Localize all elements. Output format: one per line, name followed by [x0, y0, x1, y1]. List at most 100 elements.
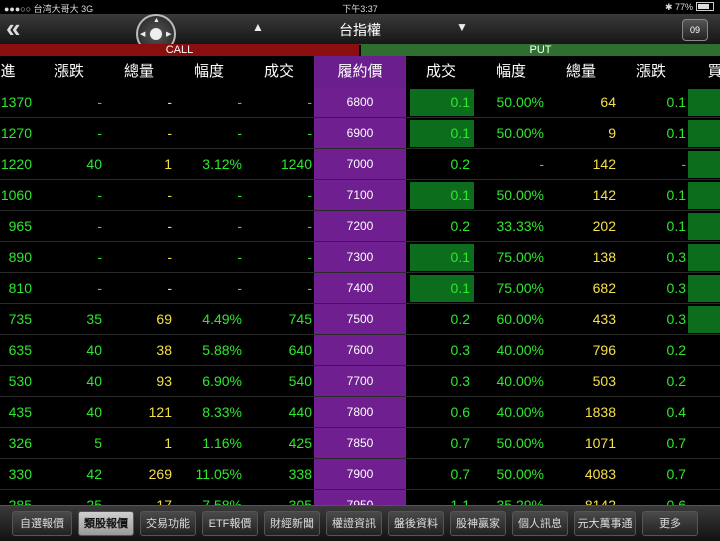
- month-badge[interactable]: 09: [682, 19, 708, 41]
- header-call-percent[interactable]: 幅度: [184, 56, 234, 87]
- put-bid-highlight: [688, 306, 720, 333]
- header-call-last[interactable]: 成交: [254, 56, 304, 87]
- tab-1[interactable]: 類股報價: [78, 511, 134, 536]
- cell-strike: 7800: [346, 405, 374, 419]
- tab-9[interactable]: 元大萬事通: [574, 511, 636, 536]
- header-put-change[interactable]: 漲跌: [626, 56, 676, 87]
- bottom-tab-bar: 自選報價 類股報價 交易功能 ETF報價 財經新聞 權證資訊 盤後資料 股神贏家 個人訊息 元大萬…: [0, 505, 720, 541]
- put-bid-highlight: [688, 89, 720, 116]
- cell-c-last: 540: [288, 373, 312, 389]
- cell-c-pct: 11.05%: [195, 466, 242, 482]
- cell-p-last: 0.1: [410, 244, 474, 271]
- tab-4[interactable]: 財經新聞: [264, 511, 320, 536]
- header-strike[interactable]: 履約價: [314, 56, 406, 87]
- cell-p-vol: 503: [592, 373, 616, 389]
- quote-table[interactable]: 1370- - - -0.1 50.00% 64 0.1 6800 1270- - - -0.1 50.…: [0, 87, 720, 505]
- cell-c-pct: -: [237, 280, 242, 296]
- tab-6[interactable]: 盤後資料: [388, 511, 444, 536]
- cell-strike: 7500: [346, 312, 374, 326]
- cell-c-last: -: [307, 280, 312, 296]
- table-row[interactable]: 330 42 269 11.05% 338 0.7 50.00% 4083 0.7 7900: [0, 459, 720, 490]
- cell-p-vol: 202: [592, 218, 616, 234]
- cell-strike: 7700: [346, 374, 374, 388]
- cell-strike: 7400: [346, 281, 374, 295]
- next-arrow-icon[interactable]: ▼: [456, 20, 468, 34]
- cell-p-vol: 433: [592, 311, 616, 327]
- cell-p-pct: 40.00%: [496, 373, 544, 389]
- cell-p-chg: 0.2: [666, 342, 686, 358]
- header-put-last[interactable]: 成交: [416, 56, 466, 87]
- table-row[interactable]: 1060 - - - - 0.1 50.00% 142 0.1 7100: [0, 180, 720, 211]
- header-put-volume[interactable]: 總量: [556, 56, 606, 87]
- back-icon[interactable]: «: [6, 15, 32, 42]
- cell-c-last: 305: [288, 497, 312, 505]
- cell-strike: 6900: [346, 126, 374, 140]
- cell-p-vol: 138: [592, 249, 616, 265]
- put-bid-highlight: [688, 275, 720, 302]
- cell-c-pct: 1.16%: [202, 435, 242, 451]
- table-row[interactable]: 890 - - - - 0.1 75.00% 138 0.3 7300: [0, 242, 720, 273]
- cell-p-last: 0.3: [450, 342, 470, 358]
- cell-c-pct: 7.58%: [202, 497, 242, 505]
- cell-strike: 7100: [346, 188, 374, 202]
- cell-p-pct: 40.00%: [496, 342, 544, 358]
- cell-c-vol: 38: [156, 342, 172, 358]
- cell-strike: 7300: [346, 250, 374, 264]
- table-row[interactable]: 435 40 121 8.33% 440 0.6 40.00% 1838 0.4 7800: [0, 397, 720, 428]
- cell-p-last: 0.1: [410, 89, 474, 116]
- cell-p-last: 0.6: [450, 404, 470, 420]
- cell-p-last: 0.1: [410, 120, 474, 147]
- table-row[interactable]: 326 5 1 1.16% 425 0.7 50.00% 1071 0.7 7850: [0, 428, 720, 459]
- cell-c-chg: -: [97, 280, 102, 296]
- table-row[interactable]: 810 - - - - 0.1 75.00% 682 0.3 7400: [0, 273, 720, 304]
- cell-c-chg: 5: [94, 435, 102, 451]
- cell-c-last: 338: [288, 466, 312, 482]
- cell-c-pct: 4.49%: [202, 311, 242, 327]
- cell-p-chg: 0.4: [666, 404, 686, 420]
- cell-p-pct: 33.33%: [496, 218, 544, 234]
- cell-c-bid: 435: [8, 404, 32, 420]
- header-call-change[interactable]: 漲跌: [44, 56, 94, 87]
- cell-c-last: 745: [288, 311, 312, 327]
- table-row[interactable]: 635 40 38 5.88% 640 0.3 40.00% 796 0.2 7600: [0, 335, 720, 366]
- cell-c-bid: 965: [8, 218, 32, 234]
- tab-3[interactable]: ETF報價: [202, 511, 258, 536]
- cell-c-vol: -: [167, 280, 172, 296]
- put-bid-highlight: [688, 182, 720, 209]
- header-call-bid[interactable]: 進: [0, 56, 20, 87]
- prev-arrow-icon[interactable]: ▲: [252, 20, 264, 34]
- header-call-volume[interactable]: 總量: [114, 56, 164, 87]
- tab-8[interactable]: 個人訊息: [512, 511, 568, 536]
- table-row[interactable]: 1370 - - - - 0.1 50.00% 64 0.1 6800: [0, 87, 720, 118]
- tab-0[interactable]: 自選報價: [12, 511, 72, 536]
- cell-c-pct: -: [237, 218, 242, 234]
- cell-strike: 7000: [346, 157, 374, 171]
- page-title[interactable]: 台指權: [320, 20, 400, 40]
- cell-c-bid: 1220: [0, 156, 32, 172]
- table-row[interactable]: 735 35 69 4.49% 745 0.2 60.00% 433 0.3 7500: [0, 304, 720, 335]
- tab-10[interactable]: 更多: [642, 511, 698, 536]
- cell-c-vol: -: [167, 187, 172, 203]
- cell-p-pct: 50.00%: [496, 466, 544, 482]
- table-row[interactable]: 965 - - - - 0.2 33.33% 202 0.1 7200: [0, 211, 720, 242]
- cell-strike: 7850: [346, 436, 374, 450]
- table-row[interactable]: 1270 - - - - 0.1 50.00% 9 0.1 6900: [0, 118, 720, 149]
- tab-7[interactable]: 股神贏家: [450, 511, 506, 536]
- header-put-bid[interactable]: 買: [700, 56, 720, 87]
- cell-c-chg: 25: [86, 497, 102, 505]
- cell-c-bid: 285: [8, 497, 32, 505]
- battery-label: ✱ 77%: [664, 2, 693, 12]
- table-row[interactable]: 530 40 93 6.90% 540 0.3 40.00% 503 0.2 7700: [0, 366, 720, 397]
- tab-2[interactable]: 交易功能: [140, 511, 196, 536]
- header-put-percent[interactable]: 幅度: [486, 56, 536, 87]
- tab-5[interactable]: 權證資訊: [326, 511, 382, 536]
- status-bar: ●●●○○ 台湾大哥大 3G 下午3:37 ✱ 77%: [0, 0, 720, 14]
- cell-c-pct: -: [237, 125, 242, 141]
- cell-c-vol: 69: [156, 311, 172, 327]
- table-row[interactable]: 285 25 17 7.58% 305 1.1 35.29% 8142 0.6 7950: [0, 490, 720, 505]
- cell-c-last: 425: [288, 435, 312, 451]
- table-row[interactable]: 1220 40 1 3.12% 1240 0.2 - 142 - 7000: [0, 149, 720, 180]
- cell-p-last: 0.2: [450, 311, 470, 327]
- cell-p-vol: 682: [592, 280, 616, 296]
- cell-c-chg: -: [97, 249, 102, 265]
